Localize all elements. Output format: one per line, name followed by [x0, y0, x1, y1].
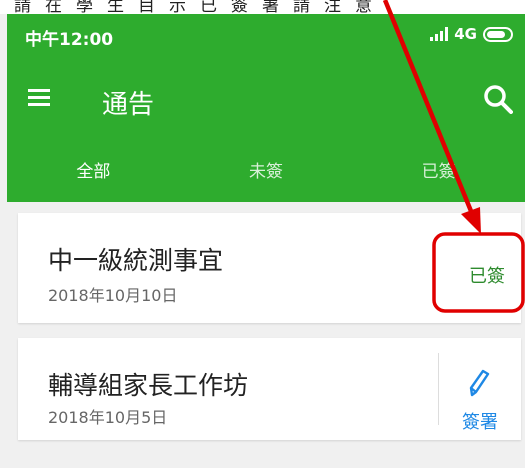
notice-date: 2018年10月5日	[48, 408, 168, 427]
network-label: 4G	[454, 25, 477, 43]
notice-title: 輔導組家長工作坊	[48, 371, 249, 400]
status-bar: 中午12:00 4G	[7, 14, 525, 56]
tab-bar: 全部 未簽 已簽	[7, 157, 525, 191]
toolbar: 通告	[7, 76, 525, 126]
signed-status-label: 已簽	[469, 266, 505, 287]
signal-icon	[430, 27, 449, 41]
sign-button[interactable]: 簽署	[439, 338, 521, 440]
status-indicators: 4G	[430, 25, 513, 43]
notice-card[interactable]: 輔導組家長工作坊 2018年10月5日 簽署	[18, 338, 521, 440]
sign-button-label: 簽署	[462, 412, 498, 433]
notice-card[interactable]: 中一級統測事宜 2018年10月10日 已簽	[18, 213, 521, 323]
pen-icon	[469, 369, 490, 397]
notice-date: 2018年10月10日	[48, 286, 178, 305]
menu-icon[interactable]	[28, 89, 50, 107]
tab-all[interactable]: 全部	[7, 157, 180, 191]
status-time: 中午12:00	[25, 30, 114, 50]
top-caption-text: 請在學生目示已簽署請注意	[14, 0, 386, 14]
tab-unsigned[interactable]: 未簽	[180, 157, 353, 191]
battery-icon	[483, 26, 513, 42]
search-icon[interactable]	[483, 84, 513, 114]
app-bar: 中午12:00 4G 通告 全部 未簽 已簽	[7, 14, 525, 202]
tab-signed[interactable]: 已簽	[352, 157, 525, 191]
notice-title: 中一級統測事宜	[48, 246, 224, 275]
top-caption: 請在學生目示已簽署請注意	[0, 0, 525, 14]
page-title: 通告	[102, 90, 155, 120]
